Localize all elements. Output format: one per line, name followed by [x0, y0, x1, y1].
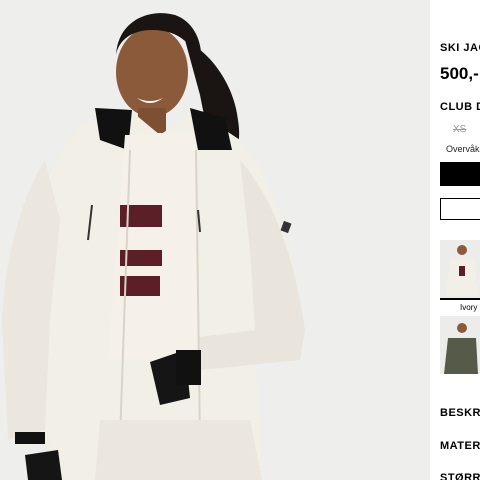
size-option-xs[interactable]: XS: [453, 124, 466, 135]
olive-thumbnail: [440, 316, 480, 374]
section-material[interactable]: MATER: [440, 440, 480, 452]
secondary-action-button[interactable]: [440, 198, 480, 220]
color-swatch-olive[interactable]: [440, 316, 480, 374]
model-photo: [0, 0, 430, 480]
product-title: SKI JAC: [440, 42, 480, 54]
product-info-panel: SKI JAC 500,- CLUB DI XS Overvåk Ivory B…: [430, 0, 480, 480]
color-label-ivory: Ivory: [460, 303, 478, 312]
product-price: 500,-: [440, 64, 479, 83]
watch-size-link[interactable]: Overvåk: [446, 144, 480, 154]
club-label: CLUB DI: [440, 101, 480, 113]
product-image[interactable]: [0, 0, 430, 480]
add-to-cart-button[interactable]: [440, 162, 480, 186]
color-swatch-ivory[interactable]: [440, 240, 480, 300]
ivory-thumbnail: [440, 240, 480, 298]
section-size[interactable]: STØRR: [440, 472, 480, 480]
section-description[interactable]: BESKR: [440, 407, 480, 419]
